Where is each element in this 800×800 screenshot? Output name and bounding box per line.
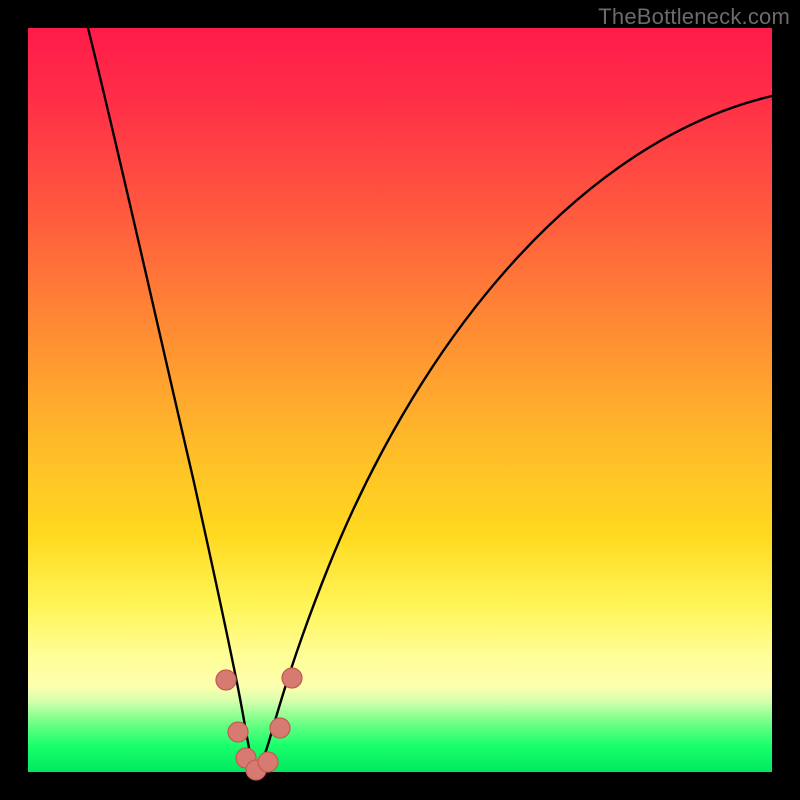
highlight-dots-group [216, 668, 302, 780]
curve-right-branch [256, 96, 772, 772]
watermark-text: TheBottleneck.com [598, 4, 790, 30]
plot-area [28, 28, 772, 772]
chart-svg [28, 28, 772, 772]
curve-left-branch [88, 28, 256, 772]
chart-frame: TheBottleneck.com [0, 0, 800, 800]
